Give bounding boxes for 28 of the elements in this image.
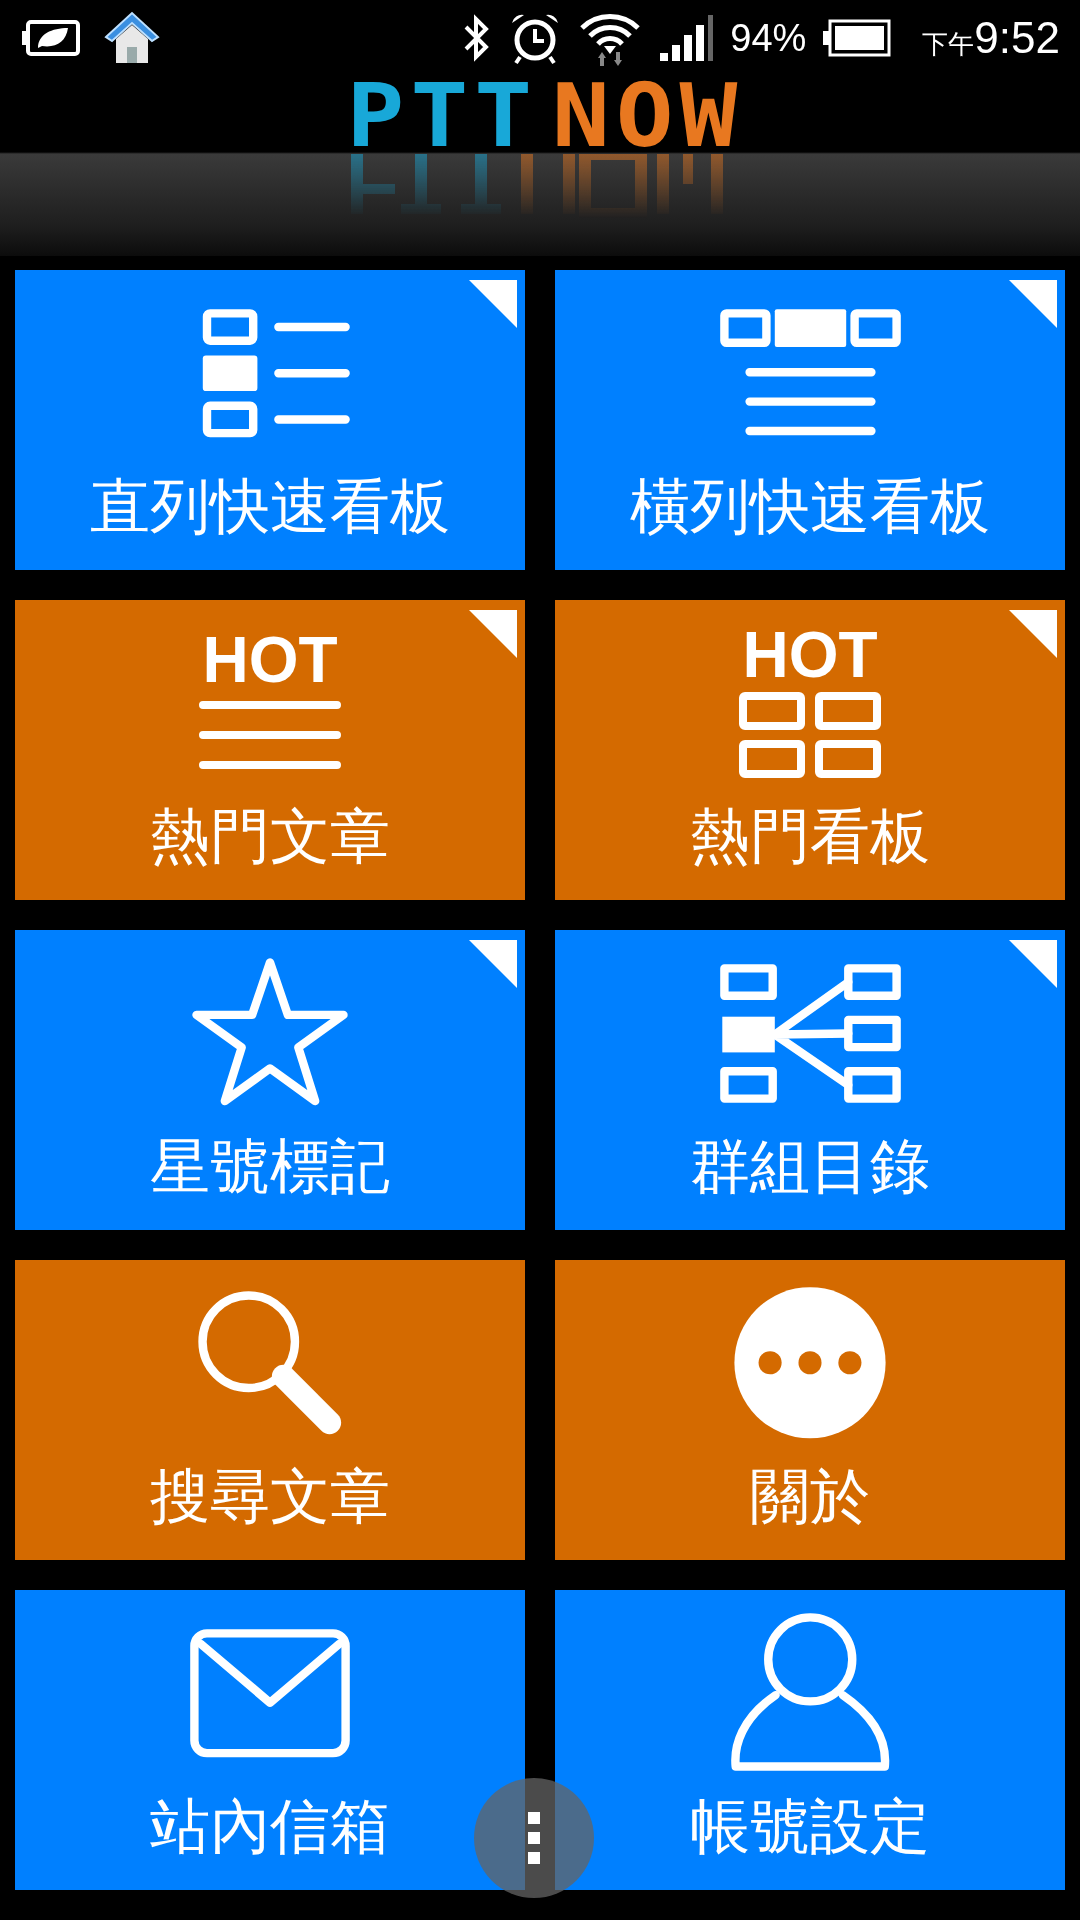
tile-label: 星號標記: [150, 1130, 390, 1203]
menu-tile[interactable]: 直列快速看板: [15, 270, 525, 570]
menu-tile[interactable]: 橫列快速看板: [555, 270, 1065, 570]
menu-tile[interactable]: 帳號設定: [555, 1590, 1065, 1890]
tile-label: 直列快速看板: [90, 470, 450, 543]
tile-label: 熱門文章: [150, 800, 390, 873]
logo-text: PTT: [346, 83, 538, 149]
menu-tile[interactable]: HOT 熱門文章: [15, 600, 525, 900]
tile-label: 站內信箱: [150, 1790, 390, 1863]
battery-icon: [822, 18, 893, 58]
time-period: 下午: [922, 28, 975, 61]
menu-tile[interactable]: 群組目錄: [555, 930, 1065, 1230]
battery-percent: 94%: [730, 16, 807, 60]
tile-label: 關於: [750, 1460, 870, 1533]
hot-label: HOT: [202, 631, 338, 689]
menu-tile[interactable]: HOT 熱門看板: [555, 600, 1065, 900]
menu-tile[interactable]: 關於: [555, 1260, 1065, 1560]
menu-tile[interactable]: 星號標記: [15, 930, 525, 1230]
tile-label: 橫列快速看板: [630, 470, 990, 543]
tile-label: 搜尋文章: [150, 1460, 390, 1533]
tile-label: 群組目錄: [690, 1130, 930, 1203]
menu-tile[interactable]: 搜尋文章: [15, 1260, 525, 1560]
clock-time: 9:52: [974, 13, 1060, 63]
tile-label: 熱門看板: [690, 800, 930, 873]
hot-label: HOT: [742, 626, 878, 684]
tile-label: 帳號設定: [690, 1790, 930, 1863]
signal-icon: [658, 13, 715, 63]
menu-tile[interactable]: 站內信箱: [15, 1590, 525, 1890]
